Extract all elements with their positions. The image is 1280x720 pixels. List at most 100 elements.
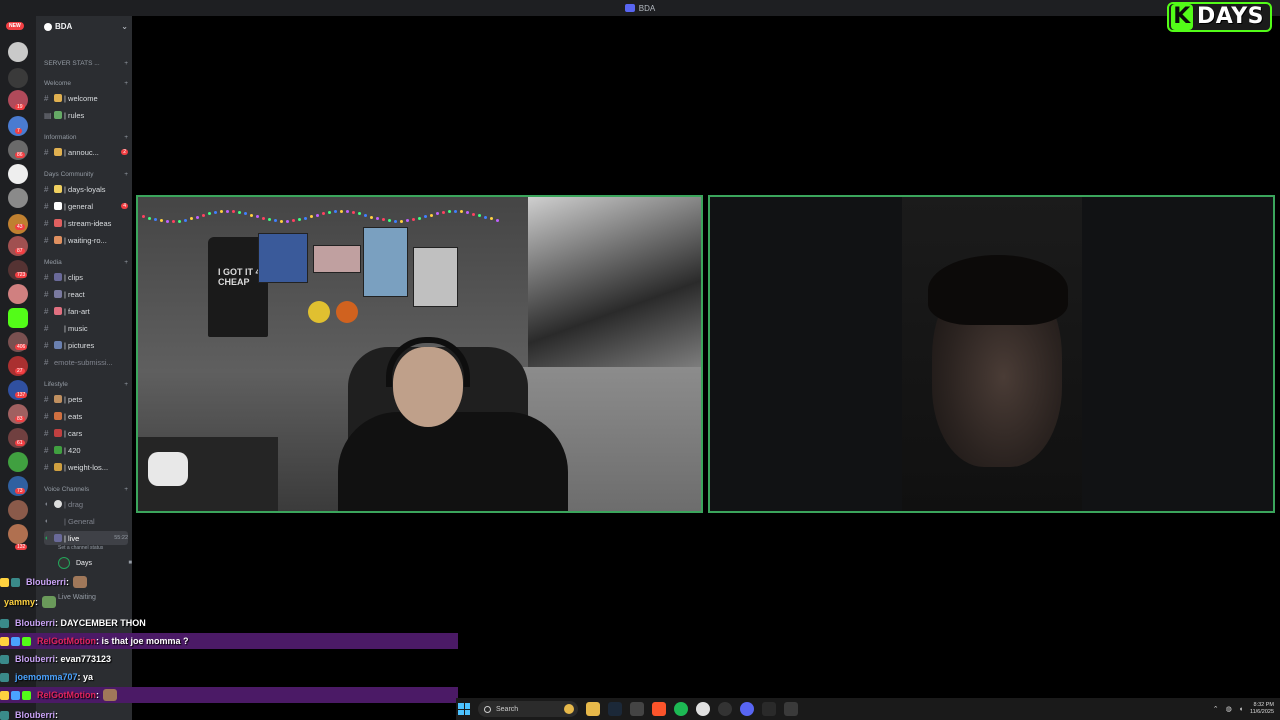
category-lifestyle[interactable]: Lifestyle + [44, 381, 128, 388]
channel-cars[interactable]: # | cars [44, 426, 128, 440]
network-icon[interactable]: ◍ [1226, 705, 1232, 713]
server-badge: 86 [15, 152, 25, 158]
server-icon-2[interactable] [8, 68, 28, 88]
light-bulb [190, 217, 193, 221]
server-badge: 27 [15, 368, 25, 374]
camera-icon: ■ [128, 560, 132, 566]
discord-taskbar-icon[interactable] [740, 702, 754, 716]
category-voice-channels[interactable]: Voice Channels + [44, 486, 128, 493]
channel-weight-loss[interactable]: # | weight-los... [44, 460, 128, 474]
voice-channel-drag[interactable]: ◖ | drag [44, 497, 128, 511]
channel-rules[interactable]: ▤ | rules [44, 108, 128, 122]
channel-pets[interactable]: # | pets [44, 392, 128, 406]
channel-waiting-room[interactable]: # | waiting-ro... [44, 233, 128, 247]
light-bulb [478, 214, 481, 218]
server-icon-20[interactable] [8, 524, 28, 544]
spotify-icon[interactable] [674, 702, 688, 716]
channel-music[interactable]: # | music [44, 321, 128, 335]
light-bulb [442, 210, 445, 214]
category-welcome[interactable]: Welcome + [44, 80, 128, 87]
category-information[interactable]: Information + [44, 134, 128, 141]
light-bulb [166, 219, 169, 223]
channel-react[interactable]: # | react [44, 287, 128, 301]
category-days-community[interactable]: Days Community + [44, 171, 128, 178]
emote-icon [103, 689, 117, 701]
voice-channel-general[interactable]: ◖ | General [44, 514, 128, 528]
emote-icon [42, 596, 57, 608]
server-icon-7[interactable] [8, 188, 28, 208]
chat-message: Blouberri: [0, 707, 58, 720]
volume-icon[interactable]: ◖ [1239, 706, 1243, 713]
taskbar-clock[interactable]: 8:32 PM 11/6/2025 [1250, 702, 1274, 716]
light-bulb [412, 218, 415, 222]
add-channel-icon[interactable]: + [124, 80, 128, 87]
chat-message: Blouberri: DAYCEMBER THON [0, 615, 146, 631]
light-bulb [202, 214, 205, 218]
chevron-up-icon[interactable]: ⌃ [1213, 705, 1219, 713]
brave-icon[interactable] [652, 702, 666, 716]
chevron-down-icon[interactable]: ⌄ [121, 22, 128, 31]
channel-eats[interactable]: # | eats [44, 409, 128, 423]
terminal-icon[interactable] [762, 702, 776, 716]
channel-welcome[interactable]: # | welcome [44, 91, 128, 105]
voice-channel-live[interactable]: ◖ | live 55:22 [44, 531, 128, 545]
channel-pictures[interactable]: # | pictures [44, 338, 128, 352]
video-tile-streamer[interactable]: I GOT IT 4 CHEAP [136, 195, 703, 513]
steam-icon[interactable] [608, 702, 622, 716]
chat-message-highlighted: RelGotMotion: is that joe momma ? [0, 633, 458, 649]
category-media[interactable]: Media + [44, 259, 128, 266]
voice-timer: 55:22 [114, 535, 128, 541]
light-bulb [388, 219, 391, 223]
light-bulb [154, 218, 157, 222]
light-bulb [316, 213, 319, 217]
app-icon[interactable] [630, 702, 644, 716]
server-icon-11[interactable] [8, 284, 28, 304]
server-badge: 87 [15, 248, 25, 254]
server-icon-6[interactable] [8, 164, 28, 184]
light-bulb [358, 212, 361, 216]
server-stats-category[interactable]: SERVER STATS ... + [44, 60, 128, 67]
chat-message: Blouberri: evan773123 [0, 651, 111, 667]
server-icon-17[interactable] [8, 452, 28, 472]
sub-badge-icon [0, 618, 9, 628]
windows-start-icon[interactable] [458, 703, 470, 715]
chrome-icon[interactable] [696, 702, 710, 716]
channel-fan-art[interactable]: # | fan-art [44, 304, 128, 318]
channel-stream-ideas[interactable]: # | stream-ideas [44, 216, 128, 230]
app-icon[interactable] [784, 702, 798, 716]
light-bulb [232, 210, 235, 214]
chat-message-highlighted: RelGotMotion: [0, 687, 458, 703]
channel-emote-submissions[interactable]: # emote-submissi... [44, 355, 128, 369]
window-title: BDA [638, 3, 656, 13]
file-explorer-icon[interactable] [586, 702, 600, 716]
guild-icon [44, 22, 52, 31]
search-icon [484, 705, 491, 713]
channel-general[interactable]: # | general 4 [44, 199, 128, 213]
set-channel-status[interactable]: Set a channel status [58, 545, 103, 551]
server-icon-1[interactable] [8, 42, 28, 62]
light-bulb [370, 215, 373, 219]
server-badge: 7 [15, 128, 22, 134]
logo-text: DAYS [1197, 4, 1264, 29]
kick-server-icon[interactable] [8, 308, 28, 328]
channel-days-loyals[interactable]: # | days-loyals [44, 182, 128, 196]
channel-clips[interactable]: # | clips [44, 270, 128, 284]
new-badge: NEW [6, 22, 24, 30]
obs-icon[interactable] [718, 702, 732, 716]
channel-announcements[interactable]: # | annouc... 2 [44, 145, 128, 159]
light-bulb [226, 210, 229, 213]
kick-days-logo: K DAYS [1167, 2, 1272, 32]
channel-420[interactable]: # | 420 [44, 443, 128, 457]
server-icon-19[interactable] [8, 500, 28, 520]
guild-header[interactable]: BDA ⌄ [44, 22, 128, 31]
voice-user-days[interactable]: Days ■ [58, 556, 132, 570]
server-badge: 406 [15, 344, 28, 350]
chat-message: yammy: [0, 594, 57, 610]
server-badge: 19 [15, 104, 25, 110]
video-tile-guest[interactable] [708, 195, 1275, 513]
light-bulb [430, 213, 433, 217]
light-bulb [280, 219, 283, 223]
server-badge: 137 [15, 392, 28, 398]
light-bulb [400, 219, 403, 223]
taskbar-search[interactable]: Search [478, 701, 578, 717]
